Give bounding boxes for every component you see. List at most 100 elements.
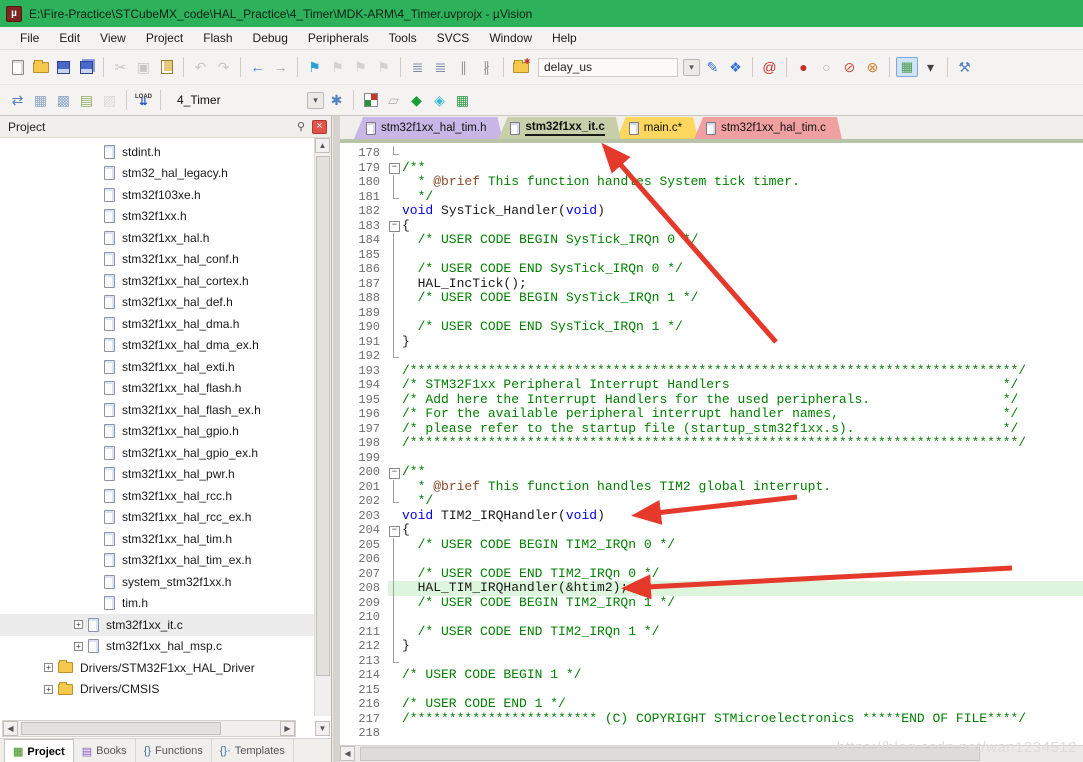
expand-icon[interactable]: + (74, 620, 83, 629)
tree-item-stm32f1xx-hal-dma-h[interactable]: stm32f1xx_hal_dma.h (0, 313, 314, 335)
code-line[interactable]: 214/* USER CODE BEGIN 1 */ (340, 668, 1083, 683)
navigate-back-icon[interactable]: ← (247, 57, 268, 77)
tree-item-stm32f1xx-hal-pwr-h[interactable]: stm32f1xx_hal_pwr.h (0, 464, 314, 486)
code-editor[interactable]: 178179/**180 * @brief This function hand… (340, 143, 1083, 745)
tree-item-stm32f103xe-h[interactable]: stm32f103xe.h (0, 184, 314, 206)
tree-item-stdint-h[interactable]: stdint.h (0, 141, 314, 163)
translate-file-icon[interactable]: ⇄ (7, 90, 28, 110)
editor-tab-stm32f1xx-it-c[interactable]: stm32f1xx_it.c (498, 117, 620, 139)
tree-item-tim-h[interactable]: tim.h (0, 593, 314, 615)
code-line[interactable]: 195/* Add here the Interrupt Handlers fo… (340, 393, 1083, 408)
code-line[interactable]: 186 /* USER CODE END SysTick_IRQn 0 */ (340, 262, 1083, 277)
fold-margin[interactable] (388, 219, 402, 234)
start-stop-debug-icon[interactable]: @ (759, 57, 780, 77)
batch-build-icon[interactable]: ▤ (76, 90, 97, 110)
code-line[interactable]: 199 (340, 451, 1083, 466)
select-software-packs-icon[interactable]: ◆ (406, 90, 427, 110)
kill-all-breakpoints-icon[interactable]: ⊗ (862, 57, 883, 77)
pin-icon[interactable]: ⚲ (294, 120, 308, 134)
code-line[interactable]: 192 (340, 349, 1083, 364)
fold-margin[interactable] (388, 465, 402, 480)
tree-item-stm32f1xx-hal-flash-ex-h[interactable]: stm32f1xx_hal_flash_ex.h (0, 399, 314, 421)
open-file-icon[interactable] (30, 57, 51, 77)
target-dropdown-button[interactable]: ▾ (307, 92, 324, 109)
menu-svcs[interactable]: SVCS (427, 28, 480, 48)
code-line[interactable]: 181 */ (340, 190, 1083, 205)
tree-item-drivers-cmsis[interactable]: +Drivers/CMSIS (0, 679, 314, 701)
tree-item-stm32f1xx-hal-h[interactable]: stm32f1xx_hal.h (0, 227, 314, 249)
panel-tab-templates[interactable]: {}·Templates (212, 739, 294, 762)
code-line[interactable]: 197/* please refer to the startup file (… (340, 422, 1083, 437)
code-line[interactable]: 194/* STM32F1xx Peripheral Interrupt Han… (340, 378, 1083, 393)
tree-item-stm32f1xx-hal-dma-ex-h[interactable]: stm32f1xx_hal_dma_ex.h (0, 335, 314, 357)
tree-item-stm32f1xx-hal-gpio-ex-h[interactable]: stm32f1xx_hal_gpio_ex.h (0, 442, 314, 464)
paste-icon[interactable] (156, 57, 177, 77)
tree-item-stm32f1xx-hal-flash-h[interactable]: stm32f1xx_hal_flash.h (0, 378, 314, 400)
code-line[interactable]: 178 (340, 146, 1083, 161)
menu-window[interactable]: Window (479, 28, 542, 48)
download-icon[interactable]: LOAD⇊ (133, 90, 154, 110)
code-line[interactable]: 191} (340, 335, 1083, 350)
configure-wrench-icon[interactable]: ⚒ (954, 57, 975, 77)
code-line[interactable]: 202 */ (340, 494, 1083, 509)
disable-all-breakpoints-icon[interactable]: ⊘ (839, 57, 860, 77)
menu-view[interactable]: View (90, 28, 136, 48)
panel-tab-books[interactable]: ▤Books (74, 739, 136, 762)
code-line[interactable]: 203void TIM2_IRQHandler(void) (340, 509, 1083, 524)
tree-horizontal-scrollbar[interactable]: ◀ ▶ (2, 720, 296, 737)
indent-icon[interactable]: ≣ (430, 57, 451, 77)
debug-windows-icon[interactable]: ▦ (896, 57, 918, 77)
tree-item-stm32f1xx-h[interactable]: stm32f1xx.h (0, 206, 314, 228)
navigate-forward-icon[interactable]: → (270, 57, 291, 77)
tree-item-drivers-stm32f1xx-hal-driver[interactable]: +Drivers/STM32F1xx_HAL_Driver (0, 657, 314, 679)
tree-item-stm32f1xx-hal-rcc-h[interactable]: stm32f1xx_hal_rcc.h (0, 485, 314, 507)
editor-tab-main-c-[interactable]: main.c* (617, 117, 698, 139)
code-line[interactable]: 217/************************ (C) COPYRIG… (340, 712, 1083, 727)
code-line[interactable]: 184 /* USER CODE BEGIN SysTick_IRQn 0 */ (340, 233, 1083, 248)
scroll-thumb[interactable] (21, 722, 221, 735)
panel-tab-functions[interactable]: {}Functions (136, 739, 212, 762)
code-line[interactable]: 185 (340, 248, 1083, 263)
edit-document-icon[interactable]: ✎ (702, 57, 723, 77)
tree-item-system-stm32f1xx-h[interactable]: system_stm32f1xx.h (0, 571, 314, 593)
tree-item-stm32f1xx-hal-tim-h[interactable]: stm32f1xx_hal_tim.h (0, 528, 314, 550)
build-icon[interactable]: ▦ (30, 90, 51, 110)
code-line[interactable]: 201 * @brief This function handles TIM2 … (340, 480, 1083, 495)
expand-icon[interactable]: + (44, 663, 53, 672)
menu-file[interactable]: File (10, 28, 49, 48)
menu-edit[interactable]: Edit (49, 28, 90, 48)
code-line[interactable]: 213 (340, 654, 1083, 669)
next-bookmark-icon[interactable]: ⚑ (350, 57, 371, 77)
tree-item-stm32f1xx-hal-tim-ex-h[interactable]: stm32f1xx_hal_tim_ex.h (0, 550, 314, 572)
code-line[interactable]: 196/* For the available peripheral inter… (340, 407, 1083, 422)
code-line[interactable]: 180 * @brief This function handles Syste… (340, 175, 1083, 190)
save-all-icon[interactable] (76, 57, 97, 77)
scroll-left-button[interactable]: ◀ (3, 721, 18, 736)
code-line[interactable]: 205 /* USER CODE BEGIN TIM2_IRQn 0 */ (340, 538, 1083, 553)
rebuild-icon[interactable]: ▩ (53, 90, 74, 110)
enable-breakpoint-icon[interactable]: ○ (816, 57, 837, 77)
windows-dropdown-caret[interactable]: ▾ (920, 57, 941, 77)
code-line[interactable]: 183{ (340, 219, 1083, 234)
tree-item-stm32-hal-legacy-h[interactable]: stm32_hal_legacy.h (0, 163, 314, 185)
tree-item-stm32f1xx-hal-gpio-h[interactable]: stm32f1xx_hal_gpio.h (0, 421, 314, 443)
pack-installer-icon[interactable]: ◈ (429, 90, 450, 110)
previous-bookmark-icon[interactable]: ⚑ (327, 57, 348, 77)
debug-restart-icon[interactable]: ❖ (725, 57, 746, 77)
code-line[interactable]: 216/* USER CODE END 1 */ (340, 697, 1083, 712)
redo-icon[interactable]: ↷ (213, 57, 234, 77)
code-line[interactable]: 208 HAL_TIM_IRQHandler(&htim2); (340, 581, 1083, 596)
scroll-left-button[interactable]: ◀ (340, 746, 355, 761)
insert-bookmark-icon[interactable]: ⚑ (304, 57, 325, 77)
copy-icon[interactable]: ▣ (133, 57, 154, 77)
find-in-files-icon[interactable] (510, 57, 531, 77)
scroll-right-button[interactable]: ▶ (280, 721, 295, 736)
menu-tools[interactable]: Tools (379, 28, 427, 48)
scroll-up-button[interactable]: ▲ (315, 138, 330, 153)
save-icon[interactable] (53, 57, 74, 77)
code-line[interactable]: 212} (340, 639, 1083, 654)
code-line[interactable]: 193/************************************… (340, 364, 1083, 379)
code-line[interactable]: 207 /* USER CODE END TIM2_IRQn 0 */ (340, 567, 1083, 582)
code-line[interactable]: 190 /* USER CODE END SysTick_IRQn 1 */ (340, 320, 1083, 335)
stop-build-icon[interactable]: ▨ (99, 90, 120, 110)
